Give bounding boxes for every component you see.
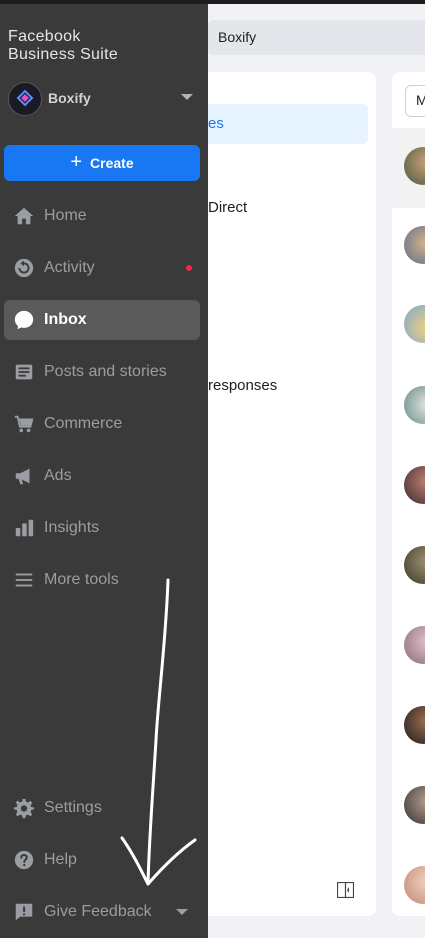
sidebar-item-label: Settings	[44, 799, 102, 816]
sidebar-item-posts-and-stories[interactable]: Posts and stories	[4, 352, 200, 392]
conversation-filter-label: M	[416, 92, 425, 108]
folder-item-direct-label[interactable]: Direct	[208, 199, 247, 216]
sidebar-item-give-feedback[interactable]: Give Feedback	[4, 892, 200, 932]
conversation-filter-button[interactable]: M	[405, 85, 425, 117]
sidebar-item-help[interactable]: Help	[4, 840, 200, 880]
create-button-label: Create	[90, 155, 134, 171]
sidebar-item-settings[interactable]: Settings	[4, 788, 200, 828]
app-title-line1: Facebook	[8, 28, 81, 45]
folder-item-responses-label[interactable]: responses	[208, 377, 277, 394]
activity-icon	[12, 256, 36, 280]
boxify-logo-icon	[16, 89, 34, 107]
sidebar-item-label: Inbox	[44, 311, 87, 328]
account-logo	[8, 82, 42, 116]
sidebar-item-label: More tools	[44, 571, 119, 588]
sidebar-item-label: Give Feedback	[44, 903, 152, 920]
sidebar-item-commerce[interactable]: Commerce	[4, 404, 200, 444]
chevron-down-icon	[181, 94, 193, 100]
cart-icon	[12, 412, 36, 436]
sidebar-item-activity[interactable]: Activity	[4, 248, 200, 288]
feedback-icon	[12, 900, 36, 924]
sidebar-item-label: Ads	[44, 467, 72, 484]
sidebar-item-label: Posts and stories	[44, 363, 167, 380]
account-switcher[interactable]: Boxify	[8, 82, 200, 116]
sidebar-item-label: Home	[44, 207, 87, 224]
bar-chart-icon	[12, 516, 36, 540]
plus-icon: +	[70, 151, 83, 173]
sidebar-item-ads[interactable]: Ads	[4, 456, 200, 496]
chat-bubble-icon	[12, 308, 36, 332]
home-icon	[12, 204, 36, 228]
notification-dot	[186, 265, 192, 271]
app-title-line2: Business Suite	[8, 46, 119, 63]
create-button[interactable]: + Create	[4, 145, 200, 181]
menu-icon	[12, 568, 36, 592]
sidebar-item-insights[interactable]: Insights	[4, 508, 200, 548]
sidebar-item-label: Insights	[44, 519, 100, 536]
sidebar-item-more-tools[interactable]: More tools	[4, 560, 200, 600]
collapse-panel-icon[interactable]	[337, 882, 354, 898]
question-icon	[12, 848, 36, 872]
sidebar-item-label: Help	[44, 851, 77, 868]
posts-icon	[12, 360, 36, 384]
account-name: Boxify	[48, 90, 91, 106]
folder-item-selected-label: es	[208, 115, 224, 132]
sidebar-item-inbox[interactable]: Inbox	[4, 300, 200, 340]
sidebar-item-label: Commerce	[44, 415, 123, 432]
breadcrumb-label: Boxify	[218, 29, 257, 45]
app-title: Facebook Business Suite	[8, 28, 118, 64]
gear-icon	[12, 796, 36, 820]
sidebar-item-home[interactable]: Home	[4, 196, 200, 236]
sidebar-item-label: Activity	[44, 259, 95, 276]
chevron-down-icon	[176, 909, 188, 915]
megaphone-icon	[12, 464, 36, 488]
